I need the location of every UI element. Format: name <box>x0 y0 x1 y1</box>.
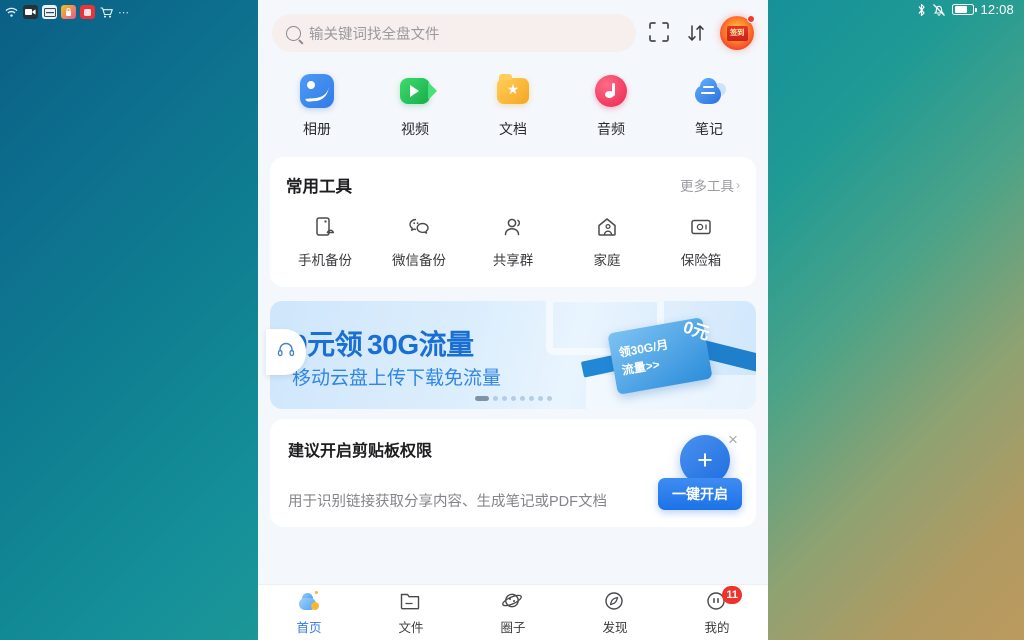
clock: 12:08 <box>980 2 1014 17</box>
clipboard-title: 建议开启剪贴板权限 <box>288 443 433 460</box>
tool-family[interactable]: 家庭 <box>565 215 649 269</box>
banner-pagination[interactable] <box>270 396 756 401</box>
search-row: 输关键词找全盘文件 签到 <box>258 0 768 62</box>
camera-icon[interactable] <box>23 5 38 19</box>
mute-bell-icon <box>932 3 946 17</box>
category-document[interactable]: 文档 <box>471 72 555 139</box>
audio-icon <box>592 72 630 110</box>
more-tools-label: 更多工具 <box>680 179 734 194</box>
headset-icon <box>276 340 296 365</box>
share-group-icon <box>501 215 525 239</box>
nav-item-files[interactable]: 文件 <box>368 590 454 636</box>
nav-label: 发现 <box>602 620 628 635</box>
promo-banner-wrapper: 领30G/月 流量>> 0元 0元领 30G流量 移动云盘上传下载免流量 <box>266 301 756 409</box>
notes-icon <box>690 72 728 110</box>
tool-wechat-backup[interactable]: 微信备份 <box>377 215 461 269</box>
category-label: 音频 <box>597 121 625 137</box>
scanner-icon[interactable] <box>42 5 57 19</box>
app-red-icon[interactable] <box>80 5 95 19</box>
tool-label: 家庭 <box>593 253 621 268</box>
bluetooth-icon <box>917 3 926 17</box>
tool-share-group[interactable]: 共享群 <box>471 215 555 269</box>
tools-card: 常用工具 更多工具 › 手机备份 微信备份 共享群 家庭 保险箱 <box>270 157 756 287</box>
clipboard-description: 用于识别链接获取分享内容、生成笔记或PDF文档 <box>288 494 607 510</box>
tool-label: 保险箱 <box>680 253 722 268</box>
profile-badge: 11 <box>722 585 742 604</box>
family-icon <box>595 215 619 239</box>
category-album[interactable]: 相册 <box>275 72 359 139</box>
category-audio[interactable]: 音频 <box>569 72 653 139</box>
category-label: 相册 <box>303 121 331 137</box>
clipboard-permission-card: 建议开启剪贴板权限 × + 一键开启 用于识别链接获取分享内容、生成笔记或PDF… <box>270 419 756 527</box>
overflow-icon[interactable]: ⋯ <box>118 6 129 19</box>
nav-label: 文件 <box>398 620 424 635</box>
more-tools-link[interactable]: 更多工具 › <box>680 175 740 195</box>
enable-clipboard-button[interactable]: 一键开启 <box>658 478 742 510</box>
tools-row: 手机备份 微信备份 共享群 家庭 保险箱 <box>270 201 756 287</box>
bottom-navigation: 首页 文件 圈子 发现 11 我的 <box>258 584 768 640</box>
category-shortcuts: 相册 视频 文档 音频 笔记 <box>258 62 768 157</box>
safe-box-icon <box>689 215 713 239</box>
discover-icon <box>603 590 627 614</box>
circle-group-icon <box>501 590 525 614</box>
nav-item-profile[interactable]: 11 我的 <box>674 585 760 636</box>
desktop-taskbar: ⋯ <box>4 3 129 21</box>
category-label: 视频 <box>401 121 429 137</box>
category-label: 文档 <box>499 121 527 137</box>
checkin-label: 签到 <box>726 25 748 41</box>
wifi-icon[interactable] <box>4 5 19 19</box>
nav-label: 我的 <box>704 620 730 635</box>
category-label: 笔记 <box>695 121 723 137</box>
banner-subtitle: 移动云盘上传下载免流量 <box>292 368 502 389</box>
tools-title: 常用工具 <box>286 178 352 196</box>
wechat-backup-icon <box>407 215 431 239</box>
checkin-gift-button[interactable]: 签到 <box>720 15 755 50</box>
files-icon <box>399 590 423 614</box>
close-icon[interactable]: × <box>724 431 742 449</box>
status-bar: 12:08 <box>917 2 1014 17</box>
cart-icon[interactable] <box>99 5 114 19</box>
search-input[interactable]: 输关键词找全盘文件 <box>272 14 636 52</box>
nav-label: 首页 <box>296 620 322 635</box>
notification-dot <box>747 15 755 23</box>
search-icon <box>286 25 301 41</box>
banner-title: 0元领 30G流量 <box>292 329 474 360</box>
phone-backup-icon <box>313 215 337 239</box>
battery-icon <box>952 4 977 15</box>
chevron-right-icon: › <box>736 178 740 192</box>
search-placeholder: 输关键词找全盘文件 <box>309 26 440 43</box>
banner-card-zero: 0元 <box>680 317 712 344</box>
tool-label: 微信备份 <box>392 253 446 268</box>
promo-banner[interactable]: 领30G/月 流量>> 0元 0元领 30G流量 移动云盘上传下载免流量 <box>270 301 756 409</box>
phone-app-panel: 输关键词找全盘文件 签到 相册 视频 ★ 文档 音频 笔记 常用工具 更多工具 … <box>258 0 768 640</box>
nav-label: 圈子 <box>500 620 526 635</box>
tool-label: 共享群 <box>492 253 534 268</box>
nav-item-discover[interactable]: 发现 <box>572 590 658 636</box>
customer-support-button[interactable] <box>266 329 306 375</box>
tool-label: 手机备份 <box>298 253 352 268</box>
category-video[interactable]: 视频 <box>373 72 457 139</box>
tools-header: 常用工具 更多工具 › <box>270 157 756 201</box>
tool-safe-box[interactable]: 保险箱 <box>659 215 743 269</box>
scan-icon[interactable] <box>648 21 672 45</box>
nav-item-circle[interactable]: 圈子 <box>470 590 556 636</box>
category-notes[interactable]: 笔记 <box>667 72 751 139</box>
document-icon <box>494 72 532 110</box>
tool-phone-backup[interactable]: 手机备份 <box>283 215 367 269</box>
nav-item-home[interactable]: 首页 <box>266 590 352 636</box>
sort-icon[interactable] <box>684 21 708 45</box>
gallery-icon[interactable] <box>61 5 76 19</box>
album-icon <box>298 72 336 110</box>
home-icon <box>297 590 321 614</box>
video-icon <box>396 72 437 110</box>
